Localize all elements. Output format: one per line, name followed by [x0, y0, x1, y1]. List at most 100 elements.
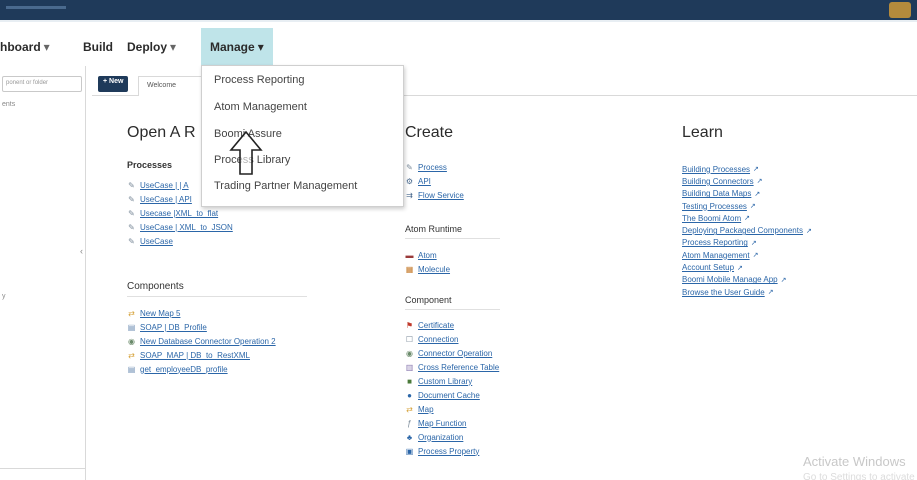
- component-list: ⚑ Certificate ☐ Connection ◉ Connector Oper…: [405, 318, 500, 458]
- create-connection-link[interactable]: Connection: [418, 335, 458, 344]
- list-item[interactable]: ✎ Usecase |XML_to_flat: [127, 206, 233, 220]
- component-search-input[interactable]: ponent or folder: [2, 76, 82, 92]
- recent-component-link[interactable]: get_employeeDB_profile: [140, 365, 228, 374]
- component-section-title: Component: [405, 295, 452, 305]
- list-item[interactable]: ▤ SOAP | DB_Profile: [127, 320, 276, 334]
- recent-process-link[interactable]: UseCase | API: [140, 195, 192, 204]
- list-item[interactable]: Account Setup ↗: [682, 261, 812, 273]
- recent-component-link[interactable]: New Database Connector Operation 2: [140, 337, 276, 346]
- list-item[interactable]: Building Data Maps ↗: [682, 188, 812, 200]
- external-link-icon: ↗: [753, 166, 759, 174]
- list-item[interactable]: Atom Management ↗: [682, 249, 812, 261]
- list-item[interactable]: The Boomi Atom ↗: [682, 212, 812, 224]
- learn-link[interactable]: Account Setup: [682, 263, 734, 272]
- create-organization-link[interactable]: Organization: [418, 433, 463, 442]
- recent-process-link[interactable]: UseCase | | A: [140, 181, 189, 190]
- create-custom-library-link[interactable]: Custom Library: [418, 377, 472, 386]
- learn-link[interactable]: Deploying Packaged Components: [682, 226, 803, 235]
- menu-item-process-reporting[interactable]: Process Reporting: [214, 74, 305, 86]
- create-atom-link[interactable]: Atom: [418, 251, 437, 260]
- open-recent-title: Open A R: [127, 124, 196, 141]
- list-item[interactable]: ⇉ Flow Service: [405, 188, 464, 202]
- list-item[interactable]: ■ Custom Library: [405, 374, 499, 388]
- logo[interactable]: [6, 6, 66, 9]
- external-link-icon: ↗: [749, 203, 756, 211]
- create-map-link[interactable]: Map: [418, 405, 434, 414]
- menu-item-atom-management[interactable]: Atom Management: [214, 101, 307, 113]
- nav-manage[interactable]: Manage ▾: [201, 28, 273, 66]
- list-item[interactable]: ✎ Process: [405, 160, 464, 174]
- collapse-sidebar-icon[interactable]: ‹: [80, 246, 83, 256]
- recent-process-link[interactable]: UseCase: [140, 237, 173, 246]
- create-cross-reference-table-link[interactable]: Cross Reference Table: [418, 363, 499, 372]
- nav-build[interactable]: Build: [83, 40, 113, 54]
- list-item[interactable]: Building Processes ↗: [682, 163, 812, 175]
- learn-link[interactable]: The Boomi Atom: [682, 214, 741, 223]
- create-flow-service-link[interactable]: Flow Service: [418, 191, 464, 200]
- recent-component-link[interactable]: New Map 5: [140, 309, 180, 318]
- learn-link[interactable]: Browse the User Guide: [682, 288, 765, 297]
- list-item[interactable]: ⇄ SOAP_MAP | DB_to_RestXML: [127, 348, 276, 362]
- learn-link[interactable]: Building Processes: [682, 165, 750, 174]
- list-item[interactable]: ✎ UseCase | XML_to_JSON: [127, 220, 233, 234]
- learn-link[interactable]: Atom Management: [682, 251, 750, 260]
- create-certificate-link[interactable]: Certificate: [418, 321, 454, 330]
- list-item[interactable]: ▦ Molecule: [405, 262, 450, 276]
- list-item[interactable]: ⚙ API: [405, 174, 464, 188]
- create-connector-operation-link[interactable]: Connector Operation: [418, 349, 492, 358]
- list-item[interactable]: ✎ UseCase: [127, 234, 233, 248]
- nav-dashboard[interactable]: hboard ▾: [0, 40, 50, 54]
- list-item[interactable]: Process Reporting ↗: [682, 237, 812, 249]
- create-api-link[interactable]: API: [418, 177, 431, 186]
- components-section-title: Components: [127, 281, 184, 292]
- process-icon: ✎: [128, 180, 135, 190]
- learn-link[interactable]: Process Reporting: [682, 238, 748, 247]
- map-icon: ⇄: [406, 404, 413, 414]
- new-button[interactable]: + New: [98, 76, 129, 92]
- annotation-up-arrow-icon: [229, 130, 263, 175]
- nav-deploy[interactable]: Deploy ▾: [127, 40, 176, 54]
- learn-link[interactable]: Building Connectors: [682, 177, 754, 186]
- processes-section-title: Processes: [127, 160, 173, 170]
- list-item[interactable]: Building Connectors ↗: [682, 175, 812, 187]
- sidebar-item-components[interactable]: ents: [2, 101, 15, 108]
- recent-process-link[interactable]: UseCase | XML_to_JSON: [140, 223, 233, 232]
- create-document-cache-link[interactable]: Document Cache: [418, 391, 480, 400]
- list-item[interactable]: ▬ Atom: [405, 248, 450, 262]
- recent-component-link[interactable]: SOAP | DB_Profile: [140, 323, 207, 332]
- list-item[interactable]: ƒ Map Function: [405, 416, 499, 430]
- list-item[interactable]: Browse the User Guide ↗: [682, 286, 812, 298]
- create-map-function-link[interactable]: Map Function: [418, 419, 466, 428]
- list-item[interactable]: ▤ get_employeeDB_profile: [127, 362, 276, 376]
- list-item[interactable]: Boomi Mobile Manage App ↗: [682, 274, 812, 286]
- list-item[interactable]: Testing Processes ↗: [682, 200, 812, 212]
- sidebar-item-other[interactable]: y: [2, 293, 6, 300]
- list-item[interactable]: Deploying Packaged Components ↗: [682, 224, 812, 236]
- list-item[interactable]: ◉ New Database Connector Operation 2: [127, 334, 276, 348]
- external-link-icon: ↗: [750, 239, 757, 247]
- create-process-link[interactable]: Process: [418, 163, 447, 172]
- list-item[interactable]: ▣ Process Property: [405, 444, 499, 458]
- list-item[interactable]: ● Document Cache: [405, 388, 499, 402]
- list-item[interactable]: ▥ Cross Reference Table: [405, 360, 500, 374]
- list-item[interactable]: ⇄ Map: [405, 402, 499, 416]
- component-explorer-sidebar: ponent or folder ents y: [0, 66, 86, 480]
- learn-link[interactable]: Testing Processes: [682, 202, 747, 211]
- create-title: Create: [405, 124, 454, 141]
- learn-link[interactable]: Boomi Mobile Manage App: [682, 275, 778, 284]
- create-molecule-link[interactable]: Molecule: [418, 265, 450, 274]
- list-item[interactable]: ☐ Connection: [405, 332, 499, 346]
- menu-item-trading-partner-management[interactable]: Trading Partner Management: [214, 180, 357, 192]
- profile-icon: ▤: [127, 322, 136, 332]
- list-item[interactable]: ♣ Organization: [405, 430, 499, 444]
- avatar[interactable]: [889, 2, 911, 18]
- recent-process-link[interactable]: Usecase |XML_to_flat: [140, 209, 218, 218]
- map-icon: ⇄: [128, 350, 135, 360]
- list-item[interactable]: ◉ Connector Operation: [405, 346, 499, 360]
- list-item[interactable]: ⇄ New Map 5: [127, 306, 276, 320]
- recent-component-link[interactable]: SOAP_MAP | DB_to_RestXML: [140, 351, 250, 360]
- map-function-icon: ƒ: [407, 418, 412, 428]
- learn-link[interactable]: Building Data Maps: [682, 189, 751, 198]
- list-item[interactable]: ⚑ Certificate: [405, 318, 499, 332]
- create-process-property-link[interactable]: Process Property: [418, 447, 479, 456]
